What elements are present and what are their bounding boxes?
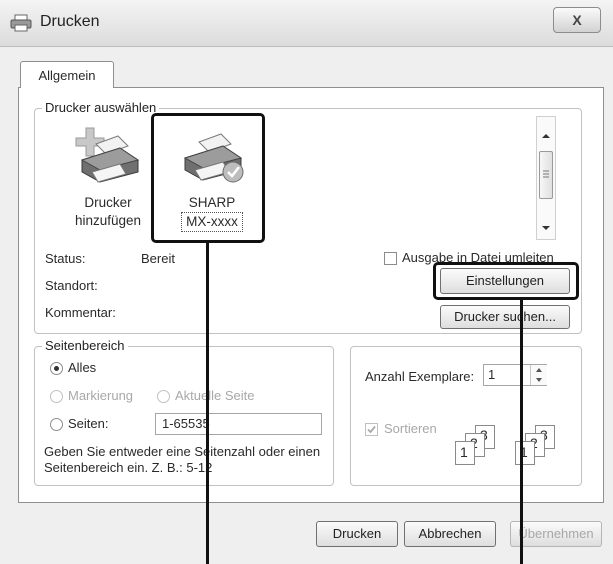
window-title: Drucken bbox=[40, 13, 100, 30]
scroll-up-icon[interactable] bbox=[537, 129, 555, 143]
add-printer-icon bbox=[75, 127, 140, 183]
checkmark-icon bbox=[367, 425, 376, 434]
collate-label: Sortieren bbox=[384, 421, 437, 436]
collate-stack-1: 3 2 1 bbox=[455, 425, 513, 465]
print-dialog: Drucken X Allgemein Drucker auswählen Dr… bbox=[0, 0, 613, 564]
printer-add-line1: Drucker bbox=[84, 195, 132, 210]
selection-radio[interactable] bbox=[50, 390, 63, 403]
page-range-hint: Geben Sie entweder eine Seitenzahl oder … bbox=[44, 444, 321, 475]
copies-spinner[interactable] bbox=[530, 365, 547, 385]
apply-button[interactable]: Übernehmen bbox=[510, 521, 602, 547]
copies-label: Anzahl Exemplare: bbox=[365, 369, 475, 384]
scroll-down-icon[interactable] bbox=[537, 221, 555, 235]
grip-icon bbox=[543, 170, 549, 178]
close-button[interactable]: X bbox=[553, 7, 601, 33]
current-page-radio[interactable] bbox=[157, 390, 170, 403]
spin-up-icon[interactable] bbox=[531, 365, 547, 375]
cancel-button[interactable]: Abbrechen bbox=[404, 521, 496, 547]
printer-list: Drucker hinzufügen SHARP MX-xxxx bbox=[48, 118, 568, 238]
pages-label: Seiten: bbox=[68, 416, 109, 431]
callout-settings-highlight bbox=[433, 262, 579, 300]
collate-digit-1a: 1 bbox=[460, 444, 468, 460]
status-label: Status: bbox=[45, 251, 86, 266]
callout-printer-highlight bbox=[151, 113, 265, 243]
printer-list-scrollbar[interactable] bbox=[536, 116, 556, 240]
current-page-label: Aktuelle Seite bbox=[175, 388, 255, 403]
location-label: Standort: bbox=[45, 278, 98, 293]
printer-item-add[interactable]: Drucker hinzufügen bbox=[58, 118, 158, 236]
page-range-legend: Seitenbereich bbox=[42, 338, 128, 353]
print-button[interactable]: Drucken bbox=[316, 521, 398, 547]
collate-checkbox[interactable] bbox=[365, 423, 378, 436]
scrollbar-thumb[interactable] bbox=[539, 151, 553, 199]
spin-down-icon[interactable] bbox=[531, 375, 547, 385]
printer-add-line2: hinzufügen bbox=[74, 213, 142, 228]
status-value: Bereit bbox=[141, 251, 175, 266]
all-pages-radio[interactable] bbox=[50, 362, 63, 375]
find-printer-button[interactable]: Drucker suchen... bbox=[440, 305, 570, 329]
pages-radio[interactable] bbox=[50, 418, 63, 431]
all-pages-label: Alles bbox=[68, 360, 97, 375]
pages-input[interactable]: 1-65535 bbox=[155, 413, 322, 435]
print-to-file-checkbox[interactable] bbox=[384, 252, 397, 265]
printer-select-legend: Drucker auswählen bbox=[42, 100, 160, 115]
tab-allgemein[interactable]: Allgemein bbox=[20, 61, 114, 88]
callout-printer-line bbox=[206, 243, 209, 564]
printer-title-icon bbox=[10, 14, 32, 32]
collate-stack-2: 3 2 1 bbox=[515, 425, 573, 465]
title-bar[interactable]: Drucken X bbox=[0, 0, 613, 47]
selection-label: Markierung bbox=[68, 388, 134, 403]
comment-label: Kommentar: bbox=[45, 305, 116, 320]
close-icon: X bbox=[572, 12, 582, 28]
copies-group bbox=[350, 346, 582, 486]
callout-settings-line bbox=[520, 300, 523, 564]
